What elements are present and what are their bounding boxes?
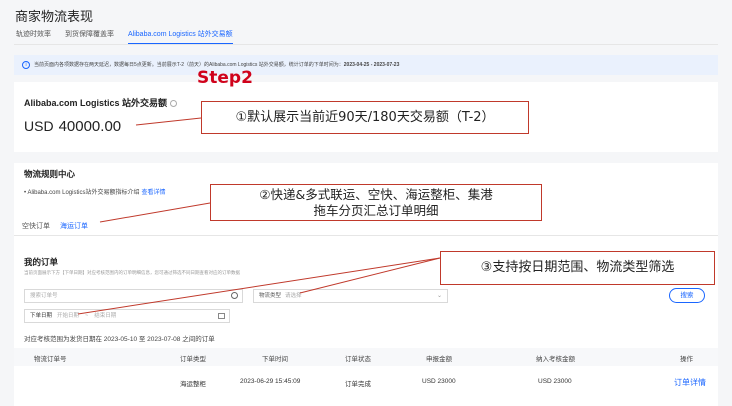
- connector-3a: [299, 257, 441, 294]
- step-label: Step2: [197, 68, 253, 88]
- callout-1: ①默认展示当前近90天/180天交易额（T-2）: [201, 101, 529, 134]
- callout-2: ②快递&多式联运、空快、海运整柜、集港 拖车分页汇总订单明细: [210, 184, 542, 221]
- callout-2-line2: 拖车分页汇总订单明细: [313, 203, 439, 218]
- connector-2: [99, 202, 211, 223]
- connector-3b: [77, 257, 441, 315]
- callout-2-line1: ②快递&多式联运、空快、海运整柜、集港: [259, 187, 493, 202]
- callout-3: ③支持按日期范围、物流类型筛选: [440, 251, 715, 285]
- connector-1: [135, 117, 202, 126]
